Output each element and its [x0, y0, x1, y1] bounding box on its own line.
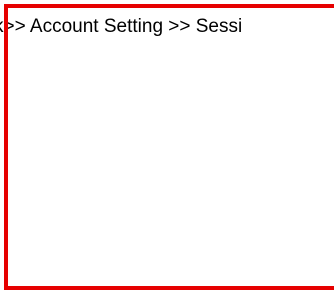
screenshot-viewport: k>> Account Setting >> Sessi	[0, 0, 334, 296]
highlight-box	[4, 4, 334, 290]
